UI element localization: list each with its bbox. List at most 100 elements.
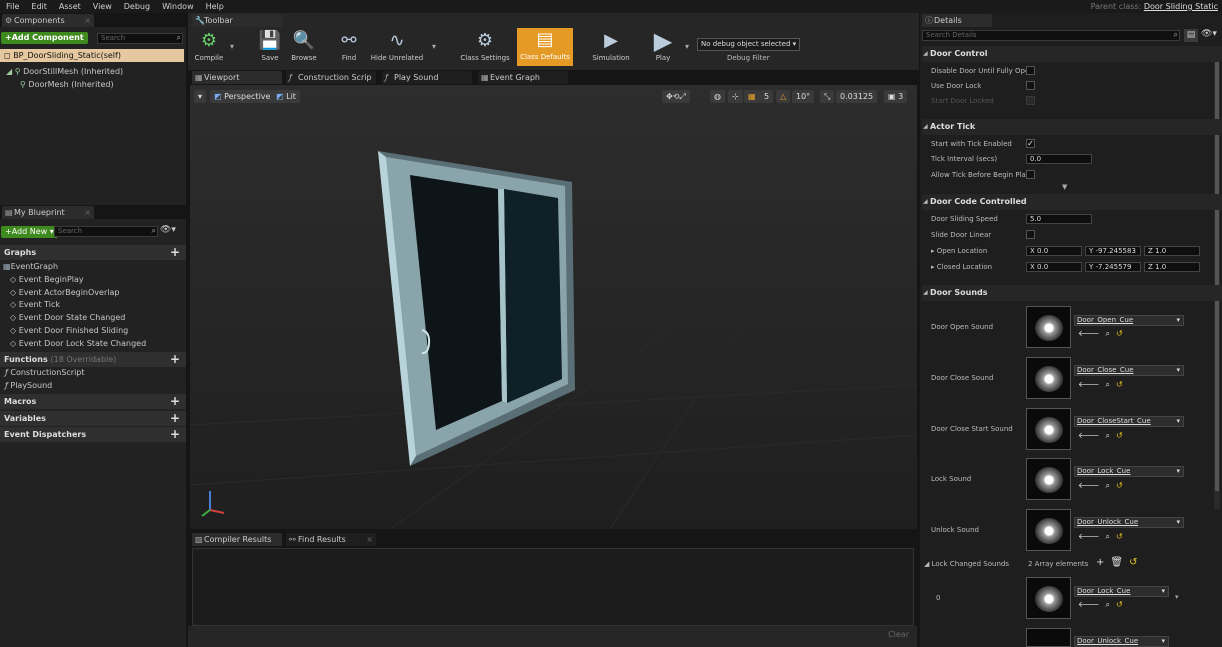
add-function-icon[interactable]: +: [170, 352, 180, 367]
function-item[interactable]: ƒ ConstructionScript: [5, 367, 85, 379]
sound-cue-select[interactable]: Door_Open_Cue ▾: [1074, 315, 1184, 326]
chevron-down-icon[interactable]: ▾: [230, 42, 234, 51]
event-item[interactable]: ◇ Event Door Finished Sliding: [10, 325, 128, 337]
add-graph-icon[interactable]: +: [170, 245, 180, 260]
reset-icon[interactable]: ↺: [1116, 600, 1129, 609]
tab-play-sound[interactable]: ƒ Play Sound: [382, 71, 472, 84]
event-item[interactable]: ◇ Event Door Lock State Changed: [10, 338, 146, 350]
collapse-icon[interactable]: ◢: [924, 560, 929, 568]
open-location-y[interactable]: Y -97.245583: [1085, 246, 1141, 256]
tab-components[interactable]: ⚙ Components ×: [2, 14, 94, 27]
sound-cue-select[interactable]: Door_CloseStart_Cue ▾: [1074, 416, 1184, 427]
tab-construction-script[interactable]: ƒ Construction Scrip: [286, 71, 376, 84]
sound-cue-thumbnail[interactable]: [1026, 458, 1071, 500]
event-graph-item[interactable]: ▦EventGraph: [3, 261, 58, 273]
browse-icon[interactable]: ⌕: [1105, 431, 1115, 440]
lit-button[interactable]: ◩ Lit: [272, 90, 300, 103]
chevron-down-icon[interactable]: ▾: [432, 42, 436, 51]
close-icon[interactable]: ×: [84, 206, 91, 219]
sound-cue-select[interactable]: Door_Unlock_Cue ▾: [1074, 517, 1184, 528]
find-button[interactable]: ⚯ Find: [334, 29, 364, 65]
chevron-down-icon[interactable]: ▾: [685, 42, 689, 51]
start-door-locked-checkbox[interactable]: [1026, 96, 1035, 105]
menu-file[interactable]: File: [0, 0, 25, 13]
use-selected-icon[interactable]: 🡐: [1078, 380, 1105, 389]
save-button[interactable]: 💾 Save: [256, 29, 284, 65]
allow-tick-checkbox[interactable]: [1026, 170, 1035, 179]
translate-icon[interactable]: ✥⟲⤢: [662, 90, 690, 103]
sound-cue-select[interactable]: Door_Lock_Cue ▾: [1074, 586, 1169, 597]
camera-speed-button[interactable]: ▣ 3: [884, 90, 908, 103]
add-variable-icon[interactable]: +: [170, 411, 180, 426]
sound-cue-thumbnail[interactable]: [1026, 628, 1071, 647]
rotate-snap-value[interactable]: 10°: [792, 90, 815, 103]
close-icon[interactable]: ×: [366, 533, 373, 546]
details-scrollbar[interactable]: [1214, 49, 1220, 509]
reset-icon[interactable]: ↺: [1116, 532, 1129, 541]
event-item[interactable]: ◇ Event BeginPlay: [10, 274, 84, 286]
slide-linear-checkbox[interactable]: [1026, 230, 1035, 239]
macros-section[interactable]: Macros +: [0, 394, 186, 409]
expand-icon[interactable]: ▸: [931, 247, 935, 255]
rotate-snap-icon[interactable]: △: [776, 90, 791, 103]
expand-icon[interactable]: ▸: [931, 263, 935, 271]
viewport-options-button[interactable]: ▾: [194, 90, 206, 103]
sound-cue-select[interactable]: Door_Lock_Cue ▾: [1074, 466, 1184, 477]
blueprint-search-input[interactable]: Search ⌕: [54, 226, 158, 237]
trash-icon[interactable]: 🗑: [1110, 557, 1129, 568]
components-search-input[interactable]: Search ⌕: [97, 33, 183, 44]
class-settings-button[interactable]: ⚙ Class Settings: [458, 29, 512, 65]
actor-tick-header[interactable]: Actor Tick: [922, 119, 1222, 135]
use-selected-icon[interactable]: 🡐: [1078, 600, 1105, 609]
use-door-lock-checkbox[interactable]: [1026, 81, 1035, 90]
view-options-icon[interactable]: 👁▾: [1201, 29, 1217, 39]
scale-snap-icon[interactable]: ⤡: [820, 90, 835, 103]
menu-view[interactable]: View: [87, 0, 118, 13]
open-location-x[interactable]: X 0.0: [1026, 246, 1082, 256]
sound-cue-thumbnail[interactable]: [1026, 306, 1071, 348]
reset-icon[interactable]: ↺: [1129, 557, 1143, 568]
browse-icon[interactable]: ⌕: [1105, 532, 1115, 541]
add-new-button[interactable]: +Add New ▾: [1, 226, 58, 238]
event-item[interactable]: ◇ Event Tick: [10, 299, 60, 311]
component-tree-item[interactable]: ◢ ⚲ DoorStillMesh (Inherited): [6, 66, 123, 78]
viewport[interactable]: ▾ ◩ Perspective ◩ Lit ✥⟲⤢ ◍ ⊹ ▦ 5 △ 10° …: [190, 85, 917, 529]
clear-button[interactable]: Clear: [888, 630, 909, 639]
menu-window[interactable]: Window: [156, 0, 200, 13]
door-control-header[interactable]: Door Control: [922, 46, 1222, 62]
browse-button[interactable]: 🔍 Browse: [288, 29, 320, 65]
class-defaults-button[interactable]: ▤ Class Defaults: [517, 28, 573, 66]
grid-snap-icon[interactable]: ▦: [744, 90, 760, 103]
door-code-header[interactable]: Door Code Controlled: [922, 194, 1222, 210]
reset-icon[interactable]: ↺: [1116, 380, 1129, 389]
menu-debug[interactable]: Debug: [118, 0, 156, 13]
add-component-button[interactable]: +Add Component: [1, 32, 88, 44]
event-item[interactable]: ◇ Event ActorBeginOverlap: [10, 287, 119, 299]
open-location-z[interactable]: Z 1.0: [1144, 246, 1200, 256]
graphs-section[interactable]: Graphs +: [0, 245, 186, 260]
use-selected-icon[interactable]: 🡐: [1078, 329, 1105, 338]
debug-object-select[interactable]: No debug object selected ▾: [697, 38, 800, 51]
reset-icon[interactable]: ↺: [1116, 329, 1129, 338]
sound-cue-select[interactable]: Door_Close_Cue ▾: [1074, 365, 1184, 376]
view-options-icon[interactable]: 👁▾: [160, 225, 176, 235]
browse-icon[interactable]: ⌕: [1105, 600, 1115, 609]
scale-snap-value[interactable]: 0.03125: [836, 90, 878, 103]
tick-interval-input[interactable]: 0.0: [1026, 154, 1092, 164]
sound-cue-thumbnail[interactable]: [1026, 577, 1071, 619]
add-macro-icon[interactable]: +: [170, 394, 180, 409]
grid-snap-value[interactable]: 5: [760, 90, 774, 103]
compile-button[interactable]: ⚙ Compile: [192, 29, 226, 65]
tab-find-results[interactable]: ⚯ Find Results ×: [286, 533, 376, 546]
reset-icon[interactable]: ↺: [1116, 481, 1129, 490]
use-selected-icon[interactable]: 🡐: [1078, 481, 1105, 490]
component-tree-item[interactable]: ⚲ DoorMesh (Inherited): [20, 79, 114, 91]
browse-icon[interactable]: ⌕: [1105, 329, 1115, 338]
door-sounds-header[interactable]: Door Sounds: [922, 285, 1222, 301]
close-icon[interactable]: ×: [84, 14, 91, 27]
add-dispatcher-icon[interactable]: +: [170, 427, 180, 442]
add-element-icon[interactable]: +: [1096, 557, 1110, 568]
sound-cue-thumbnail[interactable]: [1026, 408, 1071, 450]
tab-event-graph[interactable]: ▦ Event Graph: [478, 71, 568, 84]
details-search-input[interactable]: Search Details ⌕: [922, 30, 1180, 41]
